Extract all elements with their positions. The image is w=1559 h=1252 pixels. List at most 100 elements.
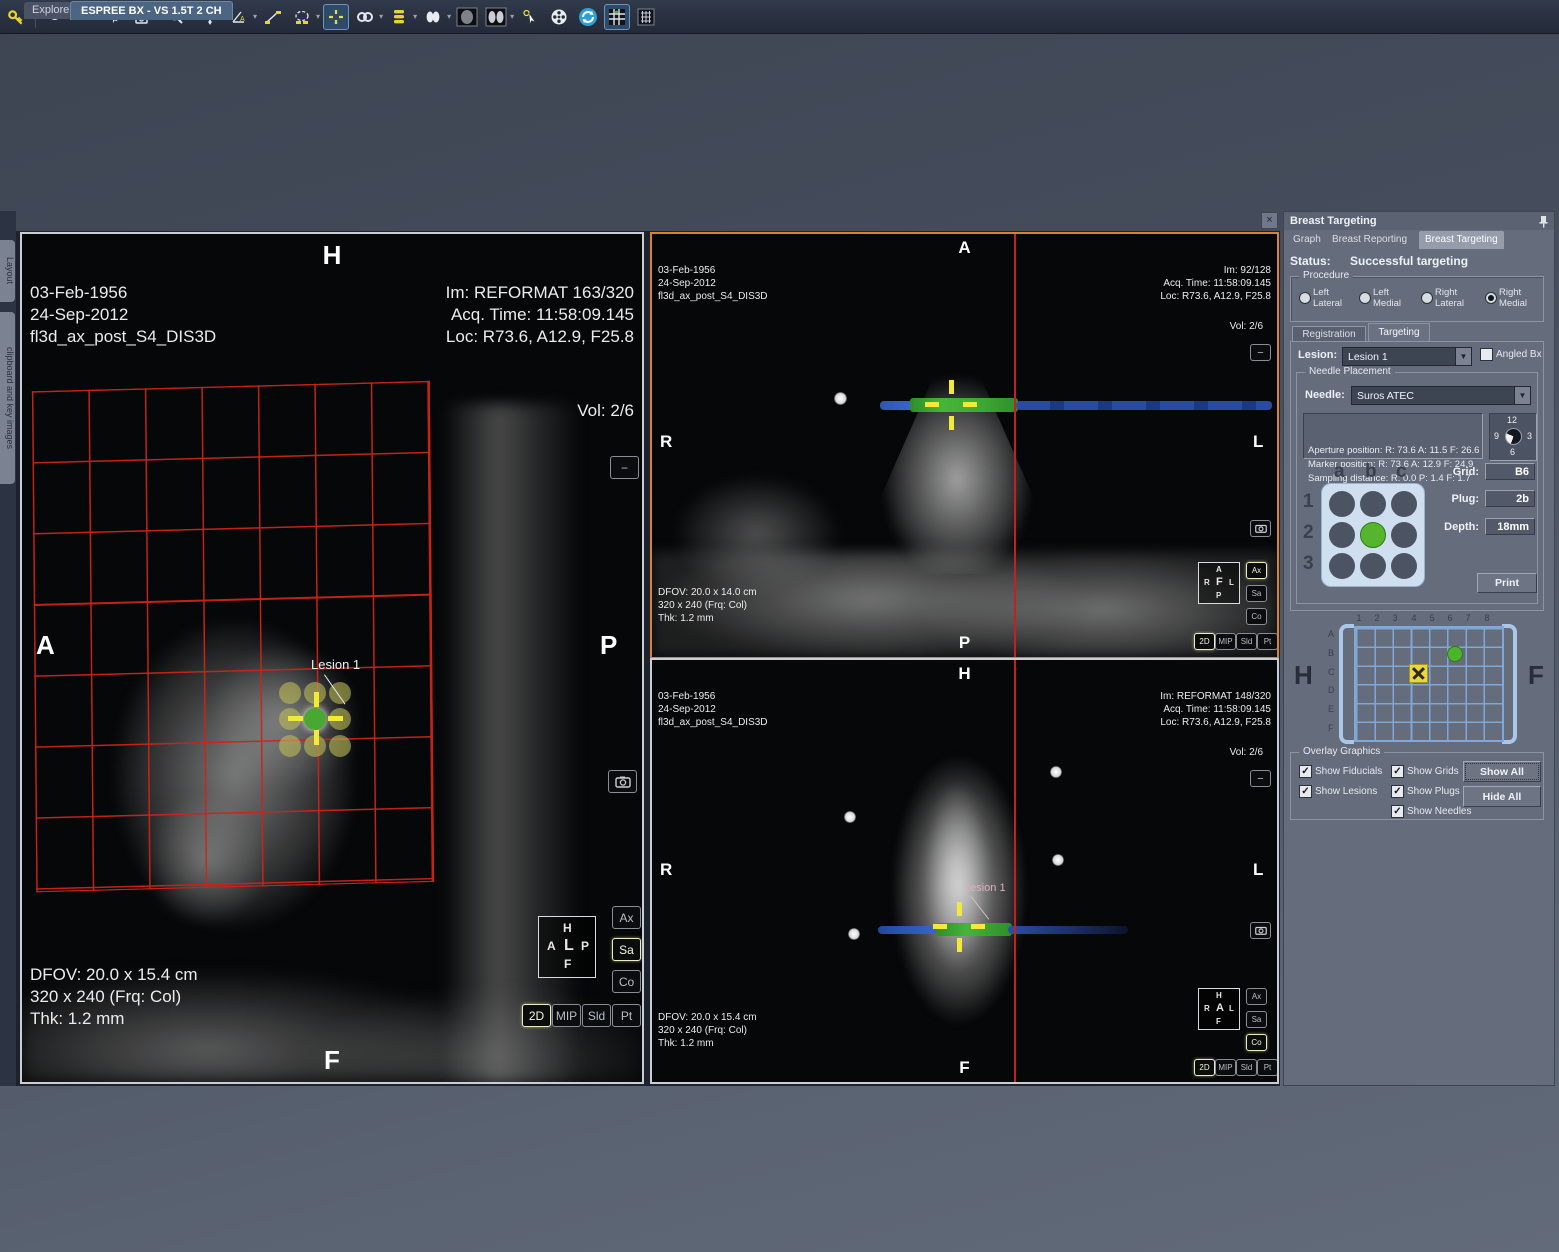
plug-a3[interactable]	[1329, 553, 1355, 579]
plane-ax-button[interactable]: Ax	[612, 906, 641, 929]
tab-breast-targeting[interactable]: Breast Targeting	[1419, 231, 1504, 249]
fiducial-marker	[848, 928, 860, 940]
plane-co-button[interactable]: Co	[1246, 1034, 1267, 1051]
procedure-group-label: Procedure	[1299, 270, 1353, 281]
plug-col-c: c	[1396, 461, 1407, 483]
document-tab-bar: Explorer ESPREE BX - VS 1.5T 2 CH	[0, 0, 1559, 21]
collapse-button[interactable]: −	[1250, 344, 1271, 361]
tab-registration[interactable]: Registration	[1292, 326, 1366, 342]
show-lesions-checkbox[interactable]: ✓	[1299, 785, 1312, 798]
plane-sa-button[interactable]: Sa	[612, 938, 641, 961]
target-dot-marker	[1447, 646, 1463, 662]
needle-position-info: Aperture position: R: 73.6 A: 11.5 F: 26…	[1303, 413, 1483, 459]
mode-2d-button[interactable]: 2D	[522, 1004, 551, 1027]
snapshot-button[interactable]	[608, 770, 637, 793]
plane-ax-button[interactable]: Ax	[1246, 988, 1267, 1005]
mode-mip-button[interactable]: MIP	[552, 1004, 581, 1027]
dfov-text: DFOV: 20.0 x 14.0 cm320 x 240 (Frq: Col)…	[658, 560, 757, 651]
show-needles-label: Show Needles	[1407, 806, 1471, 817]
snapshot-button[interactable]	[1250, 922, 1271, 939]
panel-title: Breast Targeting	[1284, 212, 1554, 230]
radio-left-medial[interactable]	[1359, 292, 1371, 304]
angled-bx-checkbox[interactable]	[1480, 348, 1493, 361]
plug-c3[interactable]	[1391, 553, 1417, 579]
breast-targeting-panel: Breast Targeting Graph Breast Reporting …	[1283, 211, 1555, 1086]
mode-mip-button[interactable]: MIP	[1215, 1059, 1236, 1076]
pin-icon[interactable]	[1538, 215, 1549, 228]
plane-co-button[interactable]: Co	[612, 970, 641, 993]
hide-all-button[interactable]: Hide All	[1463, 786, 1541, 807]
mode-pt-button[interactable]: Pt	[612, 1004, 641, 1027]
plug-row-2: 2	[1303, 522, 1314, 544]
status-value: Successful targeting	[1350, 254, 1468, 268]
collapse-button[interactable]: −	[610, 456, 639, 479]
tab-study[interactable]: ESPREE BX - VS 1.5T 2 CH	[70, 1, 233, 20]
lesion-label: Lesion:	[1298, 349, 1337, 361]
show-fiducials-checkbox[interactable]: ✓	[1299, 765, 1312, 778]
plug-c1[interactable]	[1391, 491, 1417, 517]
mode-2d-button[interactable]: 2D	[1194, 1059, 1215, 1076]
orientation-right: L	[1253, 432, 1263, 452]
orientation-cube: H R A L F	[1198, 988, 1240, 1030]
close-panel-button[interactable]: ×	[1261, 212, 1278, 229]
orientation-cube: A R F L P	[1198, 562, 1240, 604]
print-button[interactable]: Print	[1477, 573, 1537, 593]
depth-label: Depth:	[1407, 521, 1479, 533]
orientation-top: H	[652, 664, 1277, 684]
reference-line	[1014, 660, 1016, 1082]
collapse-button[interactable]: −	[1250, 770, 1271, 787]
overlay-group-label: Overlay Graphics	[1299, 746, 1384, 757]
radio-left-lateral[interactable]	[1299, 292, 1311, 304]
plug-b1[interactable]	[1360, 491, 1386, 517]
dfov-text: DFOV: 20.0 x 15.4 cm320 x 240 (Frq: Col)…	[658, 985, 757, 1076]
mode-sld-button[interactable]: Sld	[1236, 633, 1257, 650]
plane-sa-button[interactable]: Sa	[1246, 1011, 1267, 1028]
viewport-axial[interactable]: 03-Feb-195624-Sep-2012fl3d_ax_post_S4_DI…	[650, 232, 1279, 659]
mode-mip-button[interactable]: MIP	[1215, 633, 1236, 650]
viewport-sagittal[interactable]: Lesion 1 03-Feb-195624-Sep-2012fl3d_ax_p…	[20, 232, 644, 1084]
clock-position-widget[interactable]: 12 9 3 6	[1489, 413, 1537, 461]
lesion-leader-line	[970, 895, 989, 919]
needle-blue-left	[880, 401, 914, 410]
plug-row-1: 1	[1303, 491, 1314, 513]
needle-group-label: Needle Placement	[1305, 366, 1395, 377]
orientation-cube: H A L P F	[538, 916, 596, 978]
plug-b3[interactable]	[1360, 553, 1386, 579]
tab-targeting[interactable]: Targeting	[1368, 323, 1430, 342]
mri-breast-art	[837, 324, 1077, 574]
chevron-down-icon[interactable]: ▼	[1455, 348, 1471, 365]
chevron-down-icon[interactable]: ▼	[1514, 387, 1530, 404]
show-fiducials-label: Show Fiducials	[1315, 766, 1382, 777]
lesion-dropdown[interactable]: Lesion 1▼	[1342, 347, 1472, 366]
mri-chestwall-art	[442, 404, 582, 1084]
procedure-group: Procedure LeftLateral LeftMedial RightLa…	[1290, 276, 1544, 322]
fiducial-marker	[844, 811, 856, 823]
mode-2d-button[interactable]: 2D	[1194, 633, 1215, 650]
radio-right-medial[interactable]	[1485, 292, 1497, 304]
mode-pt-button[interactable]: Pt	[1257, 1059, 1278, 1076]
radio-right-lateral[interactable]	[1421, 292, 1433, 304]
show-needles-checkbox[interactable]: ✓	[1391, 805, 1404, 818]
needle-dropdown[interactable]: Suros ATEC▼	[1351, 386, 1531, 405]
plug-a2[interactable]	[1329, 522, 1355, 548]
show-plugs-checkbox[interactable]: ✓	[1391, 785, 1404, 798]
mode-sld-button[interactable]: Sld	[1236, 1059, 1257, 1076]
plug-a1[interactable]	[1329, 491, 1355, 517]
viewport-coronal[interactable]: Lesion 1 03-Feb-195624-Sep-2012fl3d_ax_p…	[650, 658, 1279, 1084]
tab-graph[interactable]: Graph	[1287, 231, 1327, 249]
plane-sa-button[interactable]: Sa	[1246, 585, 1267, 602]
show-grids-checkbox[interactable]: ✓	[1391, 765, 1404, 778]
vertical-tab-layout[interactable]: Layout	[0, 240, 15, 302]
show-all-button[interactable]: Show All	[1463, 761, 1541, 782]
plug-row-3: 3	[1303, 553, 1314, 575]
grid-bracket-right	[1502, 624, 1517, 744]
vertical-tab-clipboard[interactable]: clipboard and key images	[0, 312, 15, 484]
plane-co-button[interactable]: Co	[1246, 608, 1267, 625]
needle-label: Needle:	[1305, 389, 1345, 401]
plug-b2-selected[interactable]	[1360, 522, 1386, 548]
plane-ax-button[interactable]: Ax	[1246, 562, 1267, 579]
tab-breast-reporting[interactable]: Breast Reporting	[1326, 231, 1413, 249]
mode-pt-button[interactable]: Pt	[1257, 633, 1278, 650]
mode-sld-button[interactable]: Sld	[582, 1004, 611, 1027]
snapshot-button[interactable]	[1250, 520, 1271, 537]
